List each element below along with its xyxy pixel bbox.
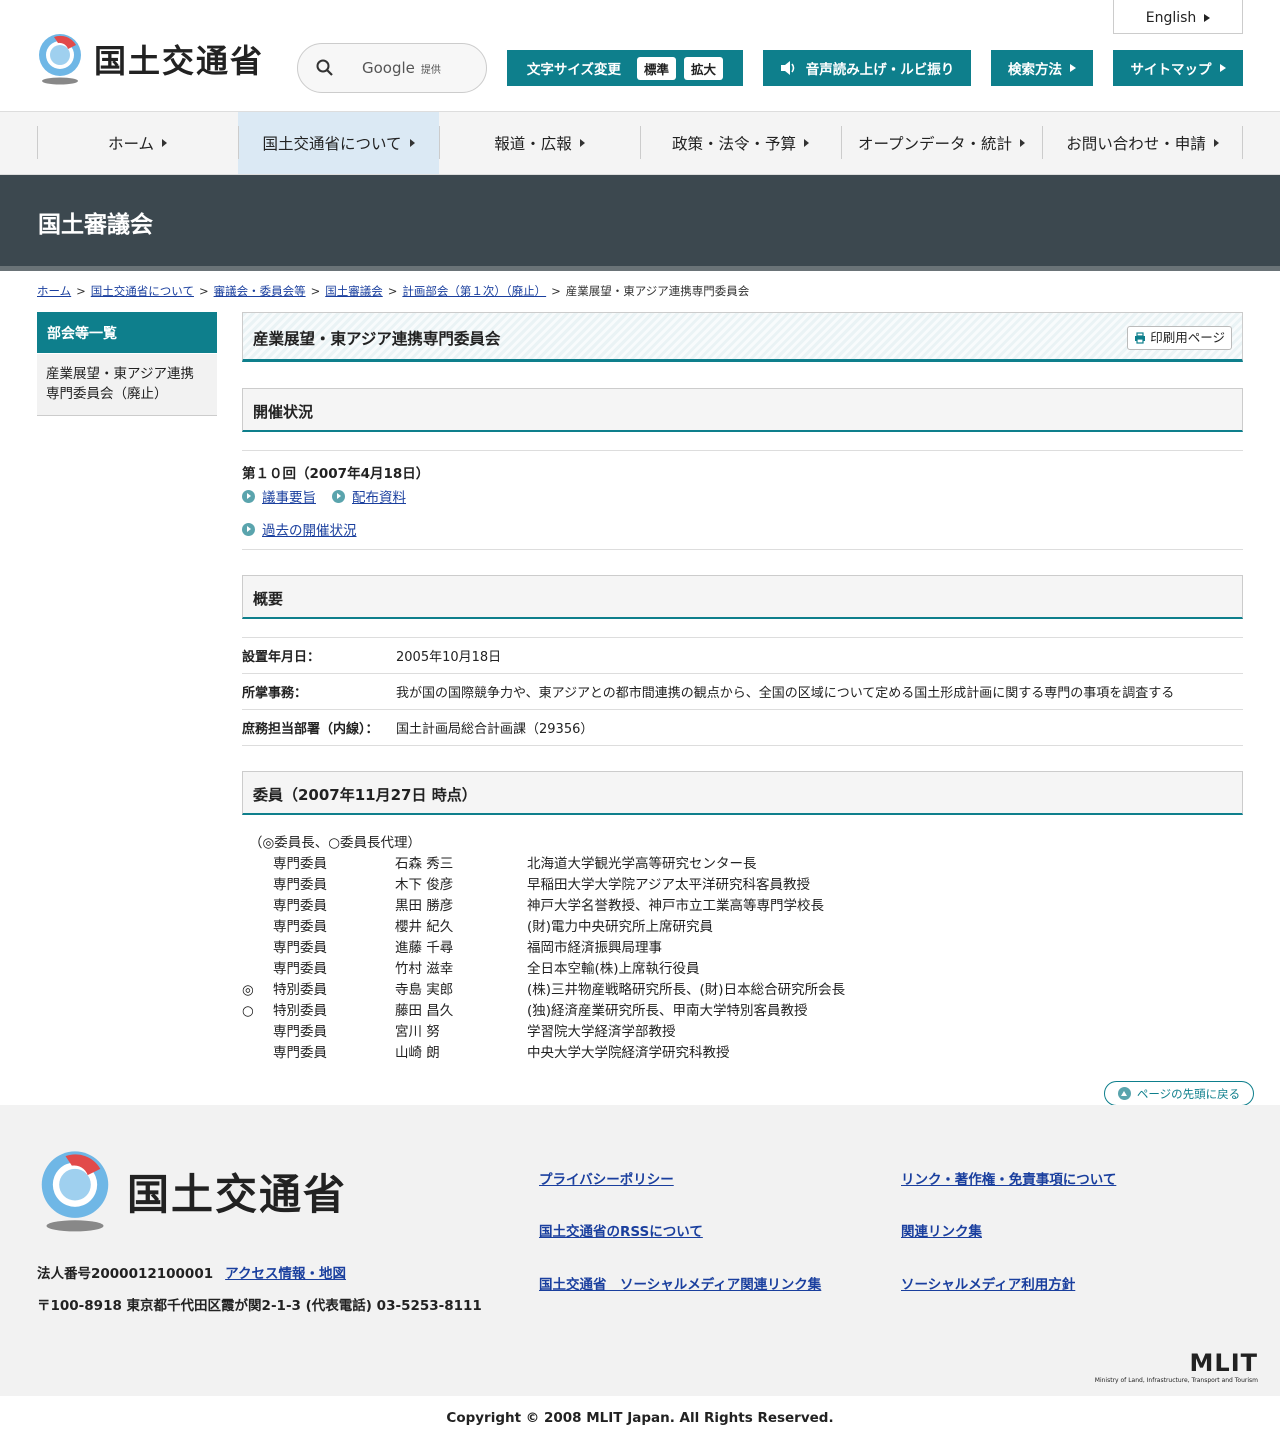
- section-heading-overview: 概要: [242, 575, 1243, 619]
- page-title: 産業展望・東アジア連携専門委員会: [253, 330, 501, 348]
- member-row: 専門委員 石森 秀三 北海道大学観光学高等研究センター長: [273, 856, 757, 872]
- caret-right-icon: [579, 139, 585, 147]
- sidebar-item-committee[interactable]: 産業展望・東アジア連携 専門委員会（廃止）: [37, 354, 217, 416]
- site-footer: 国土交通省 法人番号2000012100001 アクセス情報・地図 〒100-89…: [0, 1105, 1280, 1396]
- sidebar: 部会等一覧 産業展望・東アジア連携 専門委員会（廃止）: [37, 312, 217, 416]
- member-row: 専門委員 櫻井 紀久 (財)電力中央研究所上席研究員: [273, 919, 714, 935]
- nav-item-about[interactable]: 国土交通省について: [238, 112, 439, 174]
- corporate-number: 法人番号2000012100001 アクセス情報・地図: [37, 1266, 346, 1282]
- breadcrumb-current: 産業展望・東アジア連携専門委員会: [565, 284, 750, 298]
- footer-link-rss[interactable]: 国土交通省のRSSについて: [539, 1220, 703, 1240]
- arrow-right-icon: [1070, 64, 1076, 72]
- global-nav: ホーム 国土交通省について 報道・広報 政策・法令・予算 オープンデータ・統計 …: [0, 112, 1280, 175]
- back-to-top-button[interactable]: ページの先頭に戻る: [1104, 1081, 1254, 1106]
- member-row: 専門委員 竹村 滋幸 全日本空輸(株)上席執行役員: [273, 961, 700, 977]
- font-large-button[interactable]: 拡大: [684, 56, 724, 80]
- minutes-link[interactable]: 議事要旨: [262, 486, 316, 506]
- font-standard-button[interactable]: 標準: [637, 56, 677, 80]
- section-heading-status: 開催状況: [242, 388, 1243, 432]
- arrow-right-icon: [1219, 64, 1226, 72]
- materials-link[interactable]: 配布資料: [352, 486, 406, 506]
- font-size-control: 文字サイズ変更 標準 拡大: [507, 50, 743, 86]
- member-row: 専門委員 進藤 千尋 福岡市経済振興局理事: [273, 940, 662, 956]
- copyright: Copyright © 2008 MLIT Japan. All Rights …: [446, 1410, 834, 1426]
- member-row: 専門委員 木下 俊彦 早稲田大学大学院アジア太平洋研究科客員教授: [273, 877, 810, 893]
- footer-address: 〒100-8918 東京都千代田区霞が関2-1-3 (代表電話) 03-5253…: [37, 1298, 482, 1314]
- search-method-button[interactable]: 検索方法: [991, 50, 1093, 86]
- member-row: 専門委員 宮川 努学習院大学経済学部教授: [273, 1024, 676, 1040]
- caret-right-icon: [804, 139, 809, 147]
- printer-icon: [1135, 332, 1146, 344]
- member-row: ○ 特別委員 藤田 昌久 (独)経済産業研究所長、甲南大学特別客員教授: [242, 1003, 808, 1019]
- speaker-icon: [780, 61, 795, 75]
- members-list: （◎委員長、○委員長代理） 専門委員 石森 秀三 北海道大学観光学高等研究センター長…: [242, 833, 1243, 1064]
- page-title-box: 産業展望・東アジア連携専門委員会 印刷用ページ: [242, 312, 1243, 362]
- arrow-circle-icon: [242, 489, 255, 503]
- voice-ruby-button[interactable]: 音声読み上げ・ルビ振り: [763, 50, 971, 86]
- mlit-emblem-icon: [39, 34, 81, 85]
- english-link[interactable]: English: [1113, 0, 1243, 34]
- main-content: 産業展望・東アジア連携専門委員会 印刷用ページ 開催状況 第１０回（2007年4…: [242, 312, 1243, 1064]
- access-map-link[interactable]: アクセス情報・地図: [225, 1266, 346, 1282]
- site-header: 国土交通省 Google 提供 English 文字サイズ変更 標準 拡大 音声読…: [0, 0, 1280, 112]
- overview-table: 設置年月日： 2005年10月18日 所掌事務： 我が国の国際競争力や、東アジアとの…: [242, 638, 1243, 746]
- nav-item-contact[interactable]: お問い合わせ・申請: [1042, 112, 1243, 174]
- caret-right-icon: [1020, 139, 1026, 147]
- nav-item-policy[interactable]: 政策・法令・予算: [640, 112, 841, 174]
- google-search-box[interactable]: Google 提供: [297, 43, 487, 93]
- arrow-circle-icon: [242, 522, 255, 536]
- category-title: 国土審議会: [38, 212, 153, 238]
- overview-row: 設置年月日： 2005年10月18日: [242, 638, 1243, 674]
- member-row: 専門委員 黒田 勝彦 神戸大学名誉教授、神戸市立工業高等専門学校長: [273, 898, 824, 914]
- site-logo-text: 国土交通省: [94, 42, 265, 80]
- arrow-right-icon: [1204, 14, 1211, 22]
- nav-item-press[interactable]: 報道・広報: [439, 112, 640, 174]
- breadcrumb-link[interactable]: ホーム: [37, 284, 71, 298]
- breadcrumb-link[interactable]: 計画部会（第１次）（廃止）: [402, 284, 546, 298]
- breadcrumb: ホーム > 国土交通省について > 審議会・委員会等 > 国土審議会 > 計画部会（第１次）（廃…: [37, 284, 750, 298]
- sitemap-button[interactable]: サイトマップ: [1113, 50, 1243, 86]
- overview-row: 所掌事務： 我が国の国際競争力や、東アジアとの都市間連携の観点から、全国の区域につ…: [242, 674, 1243, 710]
- print-page-button[interactable]: 印刷用ページ: [1127, 326, 1232, 350]
- nav-item-home[interactable]: ホーム: [37, 112, 238, 174]
- caret-right-icon: [162, 139, 168, 147]
- mlit-emblem-icon: [41, 1151, 109, 1232]
- meeting-info: 第１０回（2007年4月18日）: [242, 466, 430, 482]
- footer-logo-text: 国土交通省: [127, 1169, 348, 1219]
- site-logo[interactable]: 国土交通省: [36, 33, 264, 85]
- footer-link-copyright[interactable]: リンク・著作権・免責事項について: [901, 1168, 1116, 1188]
- breadcrumb-link[interactable]: 審議会・委員会等: [214, 284, 306, 298]
- mlit-wordmark: MLIT Ministry of Land, Infrastructure, T…: [1094, 1349, 1258, 1384]
- nav-item-opendata[interactable]: オープンデータ・統計: [841, 112, 1042, 174]
- section-heading-members: 委員（2007年11月27日 時点）: [242, 771, 1243, 815]
- footer-logo[interactable]: 国土交通省: [37, 1149, 347, 1233]
- breadcrumb-link[interactable]: 国土審議会: [325, 284, 383, 298]
- arrow-up-icon: [1117, 1087, 1131, 1100]
- breadcrumb-link[interactable]: 国土交通省について: [91, 284, 194, 298]
- past-meetings-link[interactable]: 過去の開催状況: [262, 519, 357, 539]
- overview-row: 庶務担当部署（内線）： 国土計画局総合計画課（29356）: [242, 710, 1243, 746]
- footer-link-privacy[interactable]: プライバシーポリシー: [539, 1168, 674, 1188]
- members-legend: （◎委員長、○委員長代理）: [249, 835, 422, 851]
- search-provider-label: Google 提供: [362, 59, 441, 77]
- footer-link-social-policy[interactable]: ソーシャルメディア利用方針: [901, 1273, 1075, 1293]
- search-icon: [316, 59, 333, 76]
- category-band: 国土審議会: [0, 175, 1280, 271]
- sidebar-heading: 部会等一覧: [37, 312, 217, 354]
- caret-right-icon: [409, 139, 415, 147]
- caret-right-icon: [1213, 139, 1219, 147]
- member-row: 専門委員 山崎 朗中央大学大学院経済学研究科教授: [273, 1045, 730, 1061]
- footer-link-related[interactable]: 関連リンク集: [901, 1220, 982, 1240]
- member-row: ◎ 特別委員 寺島 実郎 (株)三井物産戦略研究所長、(財)日本総合研究所会長: [242, 982, 846, 998]
- footer-link-social[interactable]: 国土交通省 ソーシャルメディア関連リンク集: [539, 1273, 821, 1293]
- arrow-circle-icon: [332, 489, 345, 503]
